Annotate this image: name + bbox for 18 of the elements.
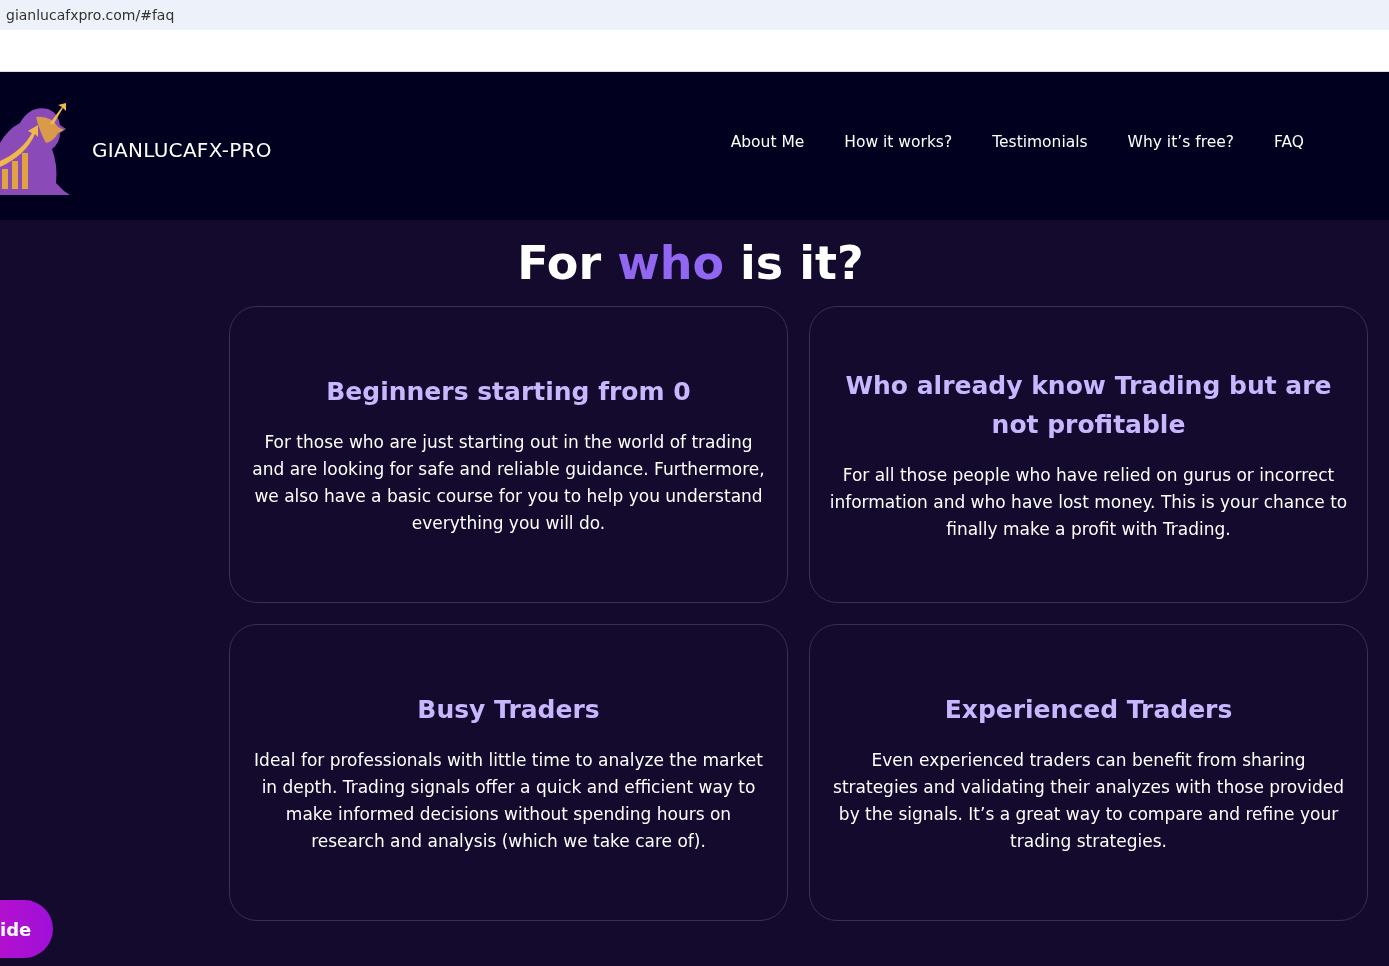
- nav-link[interactable]: About Me: [730, 133, 805, 151]
- card-text: For all those people who have relied on gurus or incorrect information and who have lost money. This is your chance to finally make a profit with Trading.: [828, 464, 1349, 541]
- card-text: Even experienced traders can benefit from sharing strategies and validating their analyzes with those provided by the signals. It’s a great way to compare and refine your trading strategies.: [832, 749, 1345, 853]
- card-title: Experienced Traders: [944, 694, 1233, 726]
- card-title: Busy Traders: [417, 694, 600, 726]
- card-text: Ideal for professionals with little time to analyze the market in depth. Trading signals offer a quick and efficient way to make informed decisions without spending hours on research and analysis (which we take care of).: [253, 749, 764, 853]
- section-heading: For who is it?: [517, 235, 864, 291]
- card-text: For those who are just starting out in the world of trading and are looking for safe and reliable guidance. Furthermore, we also have a basic course for you to help you understand everything you will do.: [251, 431, 766, 535]
- brand-name[interactable]: GIANLUCAFX-PRO: [92, 138, 272, 162]
- nav-link[interactable]: FAQ: [1273, 133, 1304, 151]
- card-title: Who already know Trading but are not profitable: [844, 370, 1333, 441]
- nav-link[interactable]: Testimonials: [992, 133, 1088, 151]
- url-text[interactable]: gianlucafxpro.com/#faq: [6, 7, 175, 23]
- nav-link[interactable]: Why it’s free?: [1127, 133, 1234, 151]
- card-title: Beginners starting from 0: [326, 376, 691, 408]
- lion-logo-icon[interactable]: [0, 103, 72, 197]
- nav-link[interactable]: How it works?: [844, 133, 953, 151]
- guide-button[interactable]: ide: [0, 900, 54, 958]
